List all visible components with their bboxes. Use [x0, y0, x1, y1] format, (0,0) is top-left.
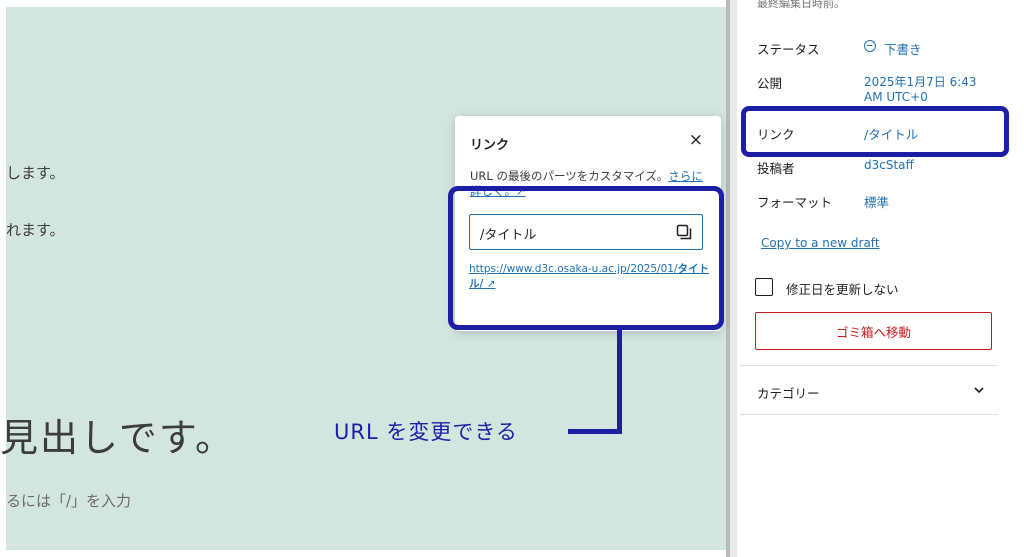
- link-label: リンク: [757, 127, 795, 142]
- description-text: URL の最後のパーツをカスタマイズ。: [470, 169, 669, 183]
- copy-to-new-draft-link[interactable]: Copy to a new draft: [761, 236, 880, 250]
- heading-block[interactable]: 見出しです。: [0, 407, 235, 462]
- draft-status-icon: [864, 40, 876, 52]
- publish-label: 公開: [757, 76, 783, 91]
- popover-title: リンク: [470, 138, 510, 153]
- author-value[interactable]: d3cStaff: [864, 158, 914, 172]
- publish-timezone-value[interactable]: AM UTC+0: [864, 90, 928, 101]
- sidebar-separator: [740, 365, 998, 366]
- category-panel-title[interactable]: カテゴリー: [757, 383, 820, 402]
- status-value[interactable]: 下書き: [884, 39, 922, 58]
- move-to-trash-button[interactable]: ゴミ箱へ移動: [755, 312, 992, 350]
- sidebar-divider-line[interactable]: [726, 0, 730, 557]
- annotation-highlight-popover: [448, 186, 724, 330]
- annotation-label: URL を変更できる: [334, 420, 518, 444]
- author-label: 投稿者: [757, 161, 795, 176]
- move-to-trash-label: ゴミ箱へ移動: [835, 324, 911, 340]
- paragraph-text-1[interactable]: します。: [6, 162, 65, 183]
- keep-modified-date-checkbox[interactable]: [755, 278, 773, 296]
- status-label: ステータス: [757, 42, 820, 57]
- link-value[interactable]: /タイトル: [864, 124, 918, 143]
- keep-modified-date-label[interactable]: 修正日を更新しない: [786, 279, 899, 298]
- paragraph-text-2[interactable]: れます。: [6, 219, 65, 240]
- publish-date-value[interactable]: 2025年1月7日 6:43: [864, 73, 977, 90]
- close-icon[interactable]: ×: [689, 130, 703, 150]
- annotation-connector-vertical: [617, 330, 622, 433]
- format-label: フォーマット: [757, 195, 833, 210]
- chevron-down-icon[interactable]: [972, 383, 986, 397]
- sidebar-separator: [740, 414, 998, 415]
- annotation-connector-horizontal: [568, 429, 622, 434]
- format-value[interactable]: 標準: [864, 192, 889, 211]
- sidebar-cut-text: 最終編集日時前。: [757, 0, 845, 10]
- block-placeholder-hint[interactable]: るには「/」を入力: [6, 490, 131, 511]
